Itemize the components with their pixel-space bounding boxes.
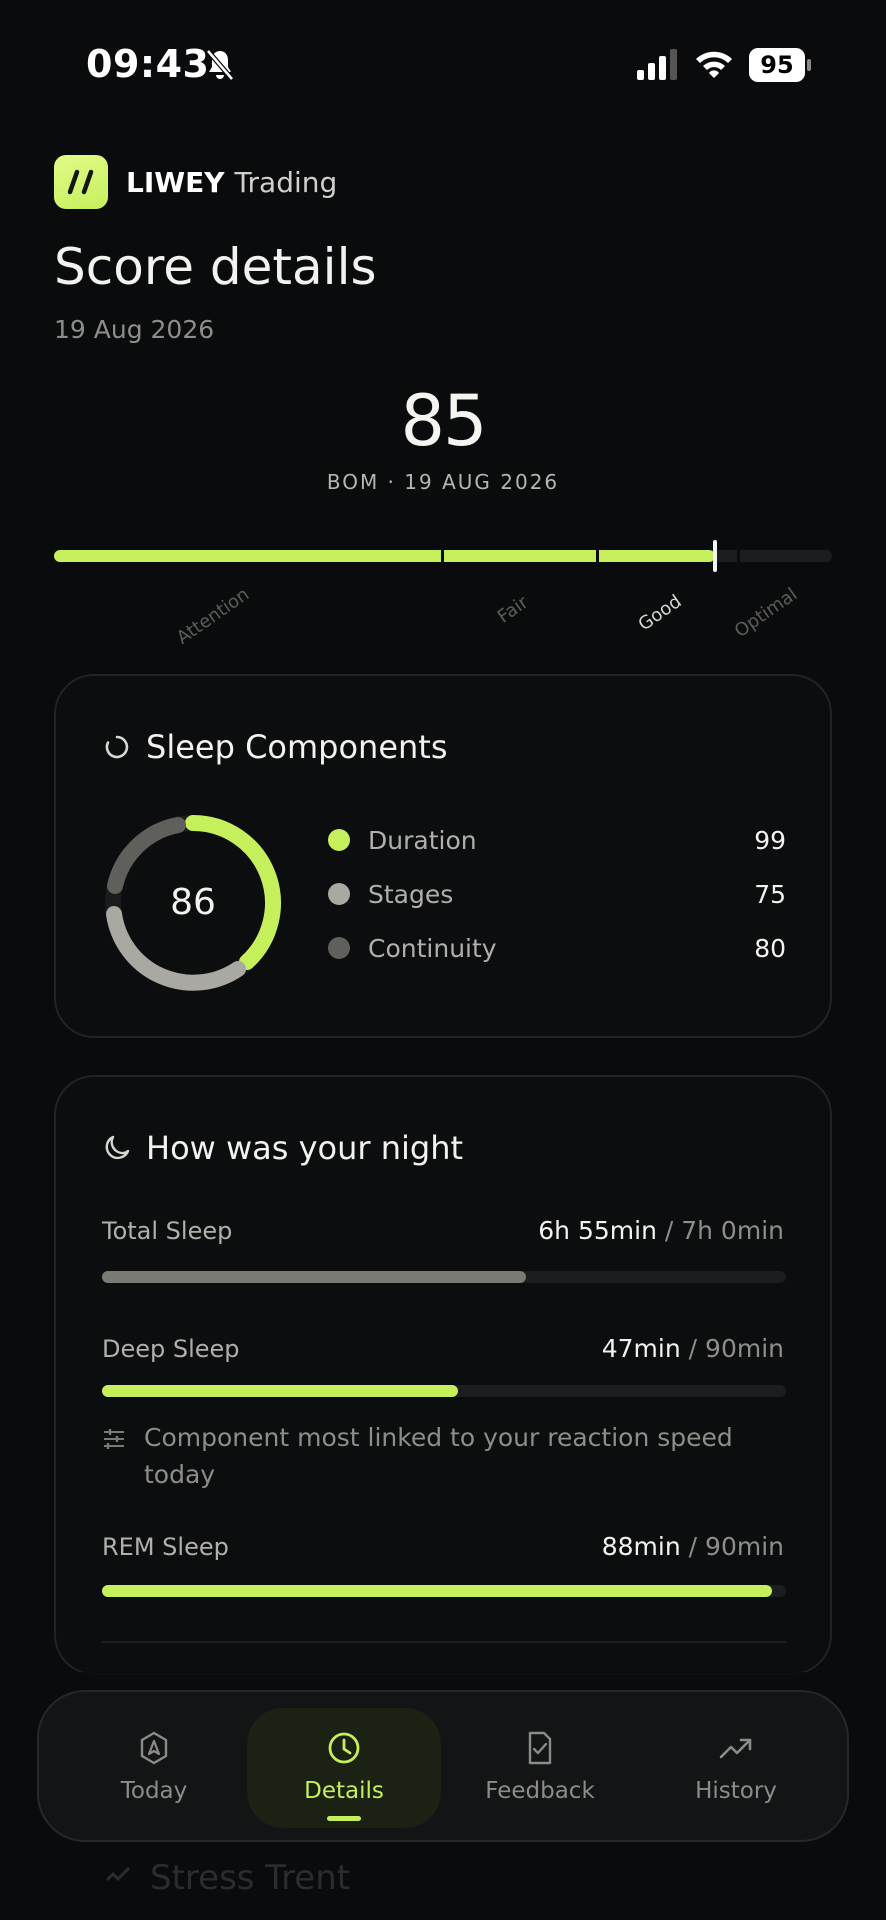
signal-icon (637, 49, 677, 80)
brand-sub: Trading (234, 165, 338, 199)
zone-label-fair: Fair (493, 591, 533, 628)
bottom-tab-bar: Today Details Feedback History (37, 1690, 849, 1842)
legend-dot (328, 829, 350, 851)
page-title: Score details (54, 238, 377, 296)
sleep-components-title: Sleep Components (146, 728, 448, 766)
score-progress-bar (54, 540, 832, 572)
page-date: 19 Aug 2026 (54, 315, 215, 344)
rem-sleep-bar-fill (102, 1585, 773, 1597)
tab-label: Today (120, 1778, 188, 1804)
deep-sleep-bar-fill (102, 1385, 458, 1397)
loading-ring-icon (105, 735, 129, 759)
deep-sleep-note: Component most linked to your reaction s… (102, 1419, 786, 1493)
tab-details[interactable]: Details (247, 1708, 441, 1828)
legend-value: 80 (754, 933, 786, 963)
tab-feedback[interactable]: Feedback (443, 1708, 637, 1828)
legend-value: 99 (754, 825, 786, 855)
tab-today[interactable]: Today (57, 1708, 251, 1828)
legend-dot (328, 883, 350, 905)
trend-up-icon (719, 1738, 752, 1759)
total-sleep-label: Total Sleep (102, 1217, 233, 1245)
stress-icon (105, 1866, 131, 1882)
compass-icon (140, 1731, 168, 1765)
score-value: 85 (400, 380, 487, 462)
tab-label: Details (304, 1778, 384, 1804)
legend-label: Stages (368, 879, 454, 909)
brand-header: LIWEY Trading (54, 154, 337, 210)
deep-sleep-value: 47min / 90min (601, 1334, 784, 1363)
brand-name: LIWEY (126, 165, 225, 199)
total-sleep-bar (102, 1271, 786, 1283)
deep-sleep-label: Deep Sleep (102, 1335, 240, 1363)
rem-sleep-value: 88min / 90min (601, 1532, 784, 1561)
zone-label-good: Good (634, 590, 686, 636)
sleep-components-card: Sleep Components 86 Duration 99 Stages 7… (54, 674, 832, 1038)
sleep-components-header: Sleep Components (102, 728, 448, 766)
legend-row-continuity: Continuity 80 (328, 928, 786, 968)
rem-sleep-bar (102, 1585, 786, 1597)
status-bar: 09:43 95 (0, 0, 886, 130)
clock-icon (328, 1732, 360, 1764)
next-section-title: Stress Trent (150, 1858, 351, 1898)
deep-sleep-note-text: Component most linked to your reaction s… (144, 1423, 733, 1489)
legend-value: 75 (754, 879, 786, 909)
legend-label: Duration (368, 825, 477, 855)
rem-sleep-label: REM Sleep (102, 1533, 229, 1561)
legend-dot (328, 937, 350, 959)
legend-label: Continuity (368, 933, 497, 963)
sliders-icon (104, 1429, 124, 1449)
total-sleep-value: 6h 55min / 7h 0min (538, 1216, 784, 1245)
card-divider (102, 1641, 786, 1643)
deep-sleep-bar (102, 1385, 786, 1397)
tab-label: Feedback (485, 1778, 595, 1804)
zone-label-optimal: Optimal (730, 583, 802, 642)
zone-label-attention: Attention (173, 583, 254, 649)
components-overall-score: 86 (170, 882, 216, 923)
status-time: 09:43 (86, 42, 210, 86)
score-progress-fill (54, 550, 715, 562)
tab-label: History (695, 1778, 777, 1804)
night-summary-card: How was your night Total Sleep 6h 55min … (54, 1075, 832, 1675)
battery-level: 95 (749, 48, 805, 82)
night-summary-title: How was your night (146, 1129, 464, 1167)
legend-row-stages: Stages 75 (328, 874, 786, 914)
clipboard-check-icon (528, 1731, 552, 1765)
total-sleep-bar-fill (102, 1271, 527, 1283)
active-tab-indicator (327, 1816, 361, 1821)
moon-icon (105, 1135, 130, 1160)
wifi-icon (696, 51, 732, 78)
score-subtitle: BOM · 19 AUG 2026 (326, 470, 560, 494)
battery-icon: 95 (749, 48, 811, 82)
bell-off-icon (206, 49, 234, 81)
app-logo (54, 155, 108, 209)
score-marker (713, 540, 717, 572)
tab-history[interactable]: History (639, 1708, 833, 1828)
legend-row-duration: Duration 99 (328, 820, 786, 860)
night-summary-header: How was your night (102, 1129, 463, 1167)
